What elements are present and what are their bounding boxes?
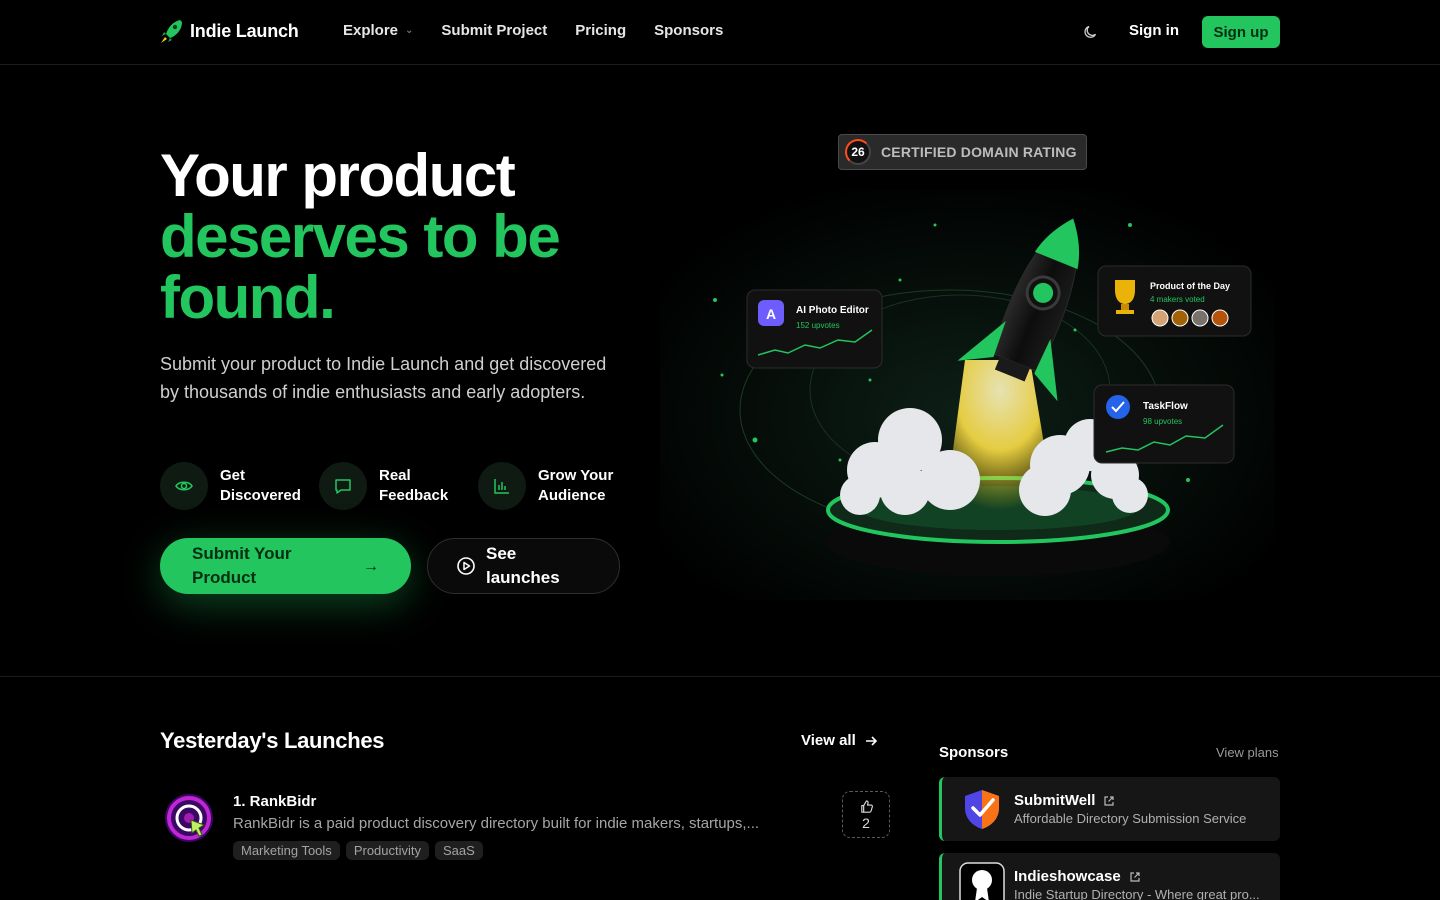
domain-rating-badge[interactable]: 26 CERTIFIED DOMAIN RATING <box>838 134 1087 170</box>
rankbidr-logo <box>165 794 213 842</box>
brand-logo-link[interactable]: Indie Launch <box>160 18 299 44</box>
feature-list: Get Discovered Real Feedback Grow Your A… <box>160 462 637 510</box>
yesterdays-launches-title: Yesterday's Launches <box>160 728 385 753</box>
hero-art-card1-letter: A <box>766 306 776 322</box>
hero-art-card2-sub: 4 makers voted <box>1150 295 1205 304</box>
tag-chip[interactable]: Marketing Tools <box>233 841 340 860</box>
sponsor-description: Affordable Directory Submission Service <box>1014 811 1247 826</box>
feature-get-discovered: Get Discovered <box>160 462 319 510</box>
see-launches-button[interactable]: See launches <box>427 538 620 594</box>
upvote-button[interactable]: 2 <box>842 791 890 838</box>
arrow-right-icon: → <box>363 558 379 575</box>
feature-grow-audience: Grow Your Audience <box>478 462 637 510</box>
sponsor-name-row: SubmitWell <box>1014 792 1115 809</box>
sponsor-description: Indie Startup Directory - Where great pr… <box>1014 887 1260 900</box>
hero-art-card1-sub: 152 upvotes <box>796 321 840 330</box>
sign-in-link[interactable]: Sign in <box>1129 22 1179 39</box>
submitwell-logo <box>965 790 999 829</box>
rocket-logo-icon <box>161 20 182 43</box>
feature-real-feedback: Real Feedback <box>319 462 478 510</box>
play-circle-icon <box>457 557 475 575</box>
submit-product-label: Submit Your Product <box>192 544 292 587</box>
submit-product-button[interactable]: Submit Your Product → <box>160 538 411 594</box>
sponsor-name: SubmitWell <box>1014 792 1096 809</box>
nav-explore[interactable]: Explore ⌄ <box>343 22 413 39</box>
theme-toggle-button[interactable] <box>1080 21 1102 43</box>
feature-label: Real Feedback <box>379 467 449 504</box>
hero-title-line-2: deserves to be <box>160 203 561 270</box>
external-link-icon <box>1104 795 1115 806</box>
external-link-icon <box>1130 871 1140 882</box>
sponsor-card-submitwell[interactable]: SubmitWell Affordable Directory Submissi… <box>939 777 1280 841</box>
brand-name: Indie Launch <box>190 20 299 41</box>
bar-chart-icon <box>478 462 526 510</box>
hero-subtitle: Submit your product to Indie Launch and … <box>160 354 607 402</box>
feature-label: Get Discovered <box>220 467 301 504</box>
eye-icon <box>160 462 208 510</box>
message-icon <box>319 462 367 510</box>
domain-rating-number: 26 <box>845 139 871 165</box>
see-launches-label: See launches <box>486 544 560 587</box>
sponsor-name: Indieshowcase <box>1014 868 1121 885</box>
hero-title: Your product deserves to be found. <box>160 142 561 331</box>
hero-rocket-illustration: A AI Photo Editor 152 upvotes Product of… <box>660 190 1275 600</box>
nav-submit-project[interactable]: Submit Project <box>441 22 547 39</box>
sign-up-button[interactable]: Sign up <box>1202 16 1280 48</box>
thumbs-up-icon <box>860 799 873 813</box>
indieshowcase-logo <box>959 862 1005 900</box>
hero-art-card3-sub: 98 upvotes <box>1143 417 1182 426</box>
nav-sponsors[interactable]: Sponsors <box>654 22 723 39</box>
view-plans-link[interactable]: View plans <box>1216 745 1279 760</box>
moon-icon <box>1084 25 1097 38</box>
hero-art-card-taskflow: TaskFlow 98 upvotes <box>1093 384 1235 464</box>
feature-label: Grow Your Audience <box>538 467 614 504</box>
upvote-count: 2 <box>862 814 870 831</box>
hero-title-line-1: Your product <box>160 142 516 209</box>
view-all-link[interactable]: View all <box>801 732 878 749</box>
launch-tags: Marketing Tools Productivity SaaS <box>233 841 483 860</box>
nav-pricing[interactable]: Pricing <box>575 22 626 39</box>
domain-rating-label: CERTIFIED DOMAIN RATING <box>881 144 1077 160</box>
tag-chip[interactable]: Productivity <box>345 841 430 860</box>
top-nav: Indie Launch Explore ⌄ Submit Project Pr… <box>0 0 1440 65</box>
hero-title-line-3: found. <box>160 264 336 331</box>
hero-art-card-ai-photo-editor: A AI Photo Editor 152 upvotes <box>746 289 883 369</box>
tag-chip[interactable]: SaaS <box>435 841 483 860</box>
sponsor-name-row: Indieshowcase <box>1014 868 1141 885</box>
hero-art-card1-title: AI Photo Editor <box>796 305 869 316</box>
nav-explore-label: Explore <box>343 22 399 39</box>
hero-art-card-product-of-day: Product of the Day 4 makers voted <box>1097 265 1252 337</box>
hero-art-card3-title: TaskFlow <box>1143 401 1188 412</box>
hero-art-card2-title: Product of the Day <box>1150 281 1230 291</box>
nav-links: Explore ⌄ Submit Project Pricing Sponsor… <box>343 22 723 39</box>
launch-name[interactable]: 1. RankBidr <box>233 793 316 810</box>
section-divider <box>0 676 1440 677</box>
view-all-label: View all <box>801 732 856 749</box>
launch-description: RankBidr is a paid product discovery dir… <box>233 815 760 832</box>
launch-list-item[interactable]: 1. RankBidr RankBidr is a paid product d… <box>160 790 890 865</box>
arrow-right-icon <box>865 735 877 746</box>
sponsors-title: Sponsors <box>939 744 1009 761</box>
sponsor-card-indieshowcase[interactable]: Indieshowcase Indie Startup Directory - … <box>939 853 1280 900</box>
chevron-down-icon: ⌄ <box>405 25 414 36</box>
